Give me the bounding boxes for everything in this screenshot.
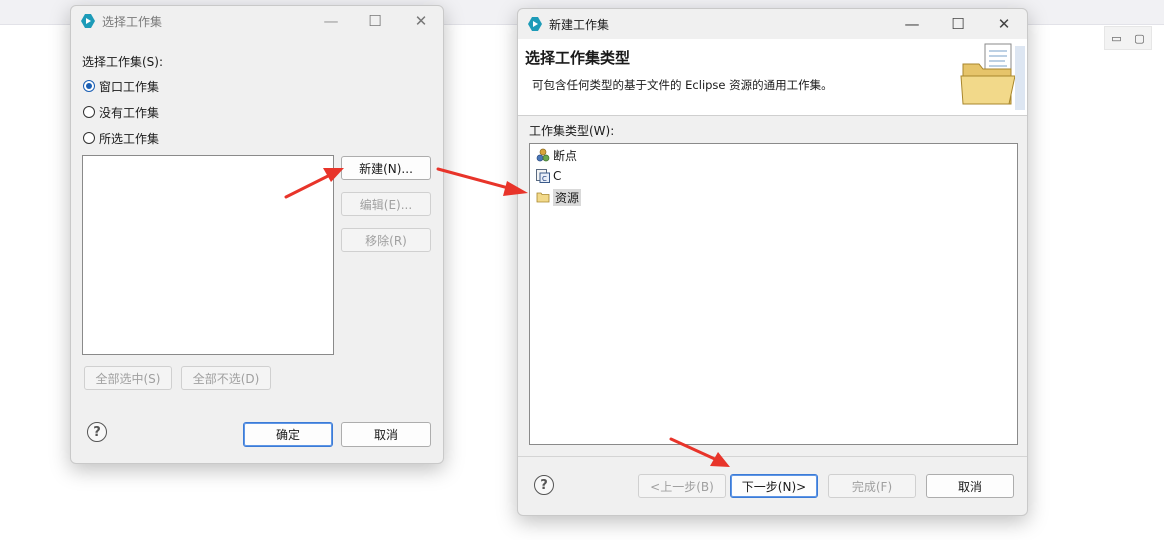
working-set-type-list[interactable]: 断点 C C 资源 bbox=[529, 143, 1018, 445]
help-icon[interactable]: ? bbox=[87, 422, 107, 442]
wizard-header: 选择工作集类型 可包含任何类型的基于文件的 Eclipse 资源的通用工作集。 bbox=[518, 39, 1027, 116]
deselect-all-button[interactable]: 全部不选(D) bbox=[181, 366, 271, 390]
resource-folder-icon bbox=[536, 192, 550, 203]
list-item-label: 资源 bbox=[553, 188, 582, 206]
finish-button[interactable]: 完成(F) bbox=[828, 474, 916, 498]
breakpoint-icon bbox=[536, 148, 550, 162]
radio-window-working-set-label[interactable]: 窗口工作集 bbox=[99, 78, 159, 95]
dialog-titlebar[interactable]: 选择工作集 — ☐ ✕ bbox=[71, 6, 443, 36]
restore-icon[interactable]: ▭ bbox=[1111, 32, 1121, 45]
next-button[interactable]: 下一步(N)> bbox=[730, 474, 818, 498]
ok-button[interactable]: 确定 bbox=[243, 422, 333, 447]
radio-selected-working-set[interactable] bbox=[83, 132, 95, 144]
dialog-title: 选择工作集 bbox=[102, 14, 163, 29]
remove-button[interactable]: 移除(R) bbox=[341, 228, 431, 252]
back-button[interactable]: <上一步(B) bbox=[638, 474, 726, 498]
close-icon[interactable]: ✕ bbox=[984, 9, 1024, 39]
list-item-c[interactable]: C C bbox=[536, 167, 561, 185]
minimize-icon[interactable]: — bbox=[892, 9, 932, 39]
eclipse-app-icon bbox=[528, 17, 542, 31]
cancel-button[interactable]: 取消 bbox=[341, 422, 431, 447]
working-set-list[interactable] bbox=[82, 155, 334, 355]
dialog-title: 新建工作集 bbox=[549, 17, 610, 32]
help-icon[interactable]: ? bbox=[534, 475, 554, 495]
new-working-set-dialog: 新建工作集 — ☐ ✕ 选择工作集类型 可包含任何类型的基于文件的 Eclips… bbox=[517, 8, 1028, 516]
folder-wizard-icon bbox=[960, 43, 1025, 110]
maximize-icon[interactable]: ☐ bbox=[938, 9, 978, 39]
select-all-button[interactable]: 全部选中(S) bbox=[84, 366, 172, 390]
wizard-header-description: 可包含任何类型的基于文件的 Eclipse 资源的通用工作集。 bbox=[532, 78, 833, 92]
minimize-icon[interactable]: — bbox=[311, 6, 351, 36]
svg-text:C: C bbox=[542, 175, 547, 183]
dialog-titlebar[interactable]: 新建工作集 — ☐ ✕ bbox=[518, 9, 1027, 39]
cancel-button[interactable]: 取消 bbox=[926, 474, 1014, 498]
select-working-set-dialog: 选择工作集 — ☐ ✕ 选择工作集(S): 窗口工作集 没有工作集 所选工作集 … bbox=[70, 5, 444, 464]
wizard-header-title: 选择工作集类型 bbox=[525, 49, 631, 67]
maximize-icon[interactable]: ☐ bbox=[355, 6, 395, 36]
working-set-type-label: 工作集类型(W): bbox=[529, 124, 615, 138]
new-button[interactable]: 新建(N)... bbox=[341, 156, 431, 180]
radio-window-working-set[interactable] bbox=[83, 80, 95, 92]
list-item-label: C bbox=[553, 169, 562, 183]
c-project-icon: C bbox=[536, 169, 550, 183]
footer-divider bbox=[518, 456, 1027, 457]
arrow-to-resource-item bbox=[436, 167, 528, 196]
select-working-set-label: 选择工作集(S): bbox=[82, 55, 164, 69]
close-icon[interactable]: ✕ bbox=[401, 6, 441, 36]
list-item-resource[interactable]: 资源 bbox=[536, 188, 582, 206]
radio-no-working-set-label[interactable]: 没有工作集 bbox=[99, 104, 159, 121]
eclipse-app-icon bbox=[81, 14, 95, 28]
maximize-icon[interactable]: ▢ bbox=[1134, 32, 1144, 45]
list-item-label: 断点 bbox=[553, 148, 578, 163]
edit-button[interactable]: 编辑(E)... bbox=[341, 192, 431, 216]
list-item-breakpoints[interactable]: 断点 bbox=[536, 146, 577, 164]
radio-selected-working-set-label[interactable]: 所选工作集 bbox=[99, 130, 159, 147]
radio-no-working-set[interactable] bbox=[83, 106, 95, 118]
background-window-controls: ▭ ▢ bbox=[1104, 26, 1152, 50]
